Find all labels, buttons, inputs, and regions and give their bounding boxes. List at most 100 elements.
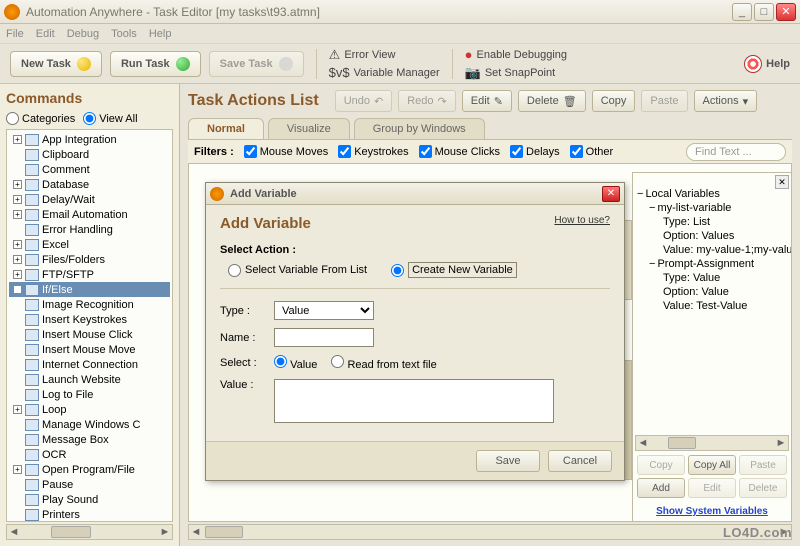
paste-button[interactable]: Paste (641, 90, 687, 112)
expand-icon[interactable]: + (13, 135, 22, 144)
menu-edit[interactable]: Edit (36, 28, 55, 40)
filter-delays[interactable]: Delays (510, 145, 560, 158)
scroll-left-icon[interactable]: ◄ (636, 436, 650, 450)
expand-icon[interactable]: + (13, 195, 22, 204)
expand-icon[interactable]: + (13, 180, 22, 189)
expand-icon[interactable]: + (13, 240, 22, 249)
var-delete-button[interactable]: Delete (739, 478, 787, 498)
expand-icon[interactable]: + (13, 255, 22, 264)
command-item[interactable]: +Pause (9, 477, 170, 492)
save-button[interactable]: Save (476, 450, 540, 472)
command-item[interactable]: +Loop (9, 402, 170, 417)
run-task-button[interactable]: Run Task (110, 51, 201, 77)
menu-debug[interactable]: Debug (67, 28, 99, 40)
edit-button[interactable]: Edit ✎ (462, 90, 512, 112)
collapse-icon[interactable]: − (649, 258, 655, 270)
var-edit-button[interactable]: Edit (688, 478, 736, 498)
radio-select-from-list[interactable]: Select Variable From List (228, 262, 367, 278)
enable-debugging-link[interactable]: ●Enable Debugging (465, 47, 567, 63)
var-copy-button[interactable]: Copy (637, 455, 685, 475)
expand-icon[interactable]: + (13, 405, 22, 414)
command-item[interactable]: +Delay/Wait (9, 192, 170, 207)
tab-visualize[interactable]: Visualize (268, 118, 350, 139)
how-to-use-link[interactable]: How to use? (554, 215, 610, 226)
filter-keystrokes[interactable]: Keystrokes (338, 145, 408, 158)
expand-icon[interactable]: + (13, 465, 22, 474)
menu-help[interactable]: Help (149, 28, 172, 40)
expand-icon[interactable]: + (13, 285, 22, 294)
command-item[interactable]: +Insert Keystrokes (9, 312, 170, 327)
command-item[interactable]: +Database (9, 177, 170, 192)
show-system-variables-link[interactable]: Show System Variables (633, 502, 791, 521)
command-item[interactable]: +Excel (9, 237, 170, 252)
command-item[interactable]: +Message Box (9, 432, 170, 447)
filter-mouse-moves[interactable]: Mouse Moves (244, 145, 328, 158)
radio-view-all[interactable]: View All (83, 112, 137, 125)
radio-read-file[interactable]: Read from text file (331, 355, 436, 371)
name-input[interactable] (274, 328, 374, 347)
error-view-link[interactable]: ⚠Error View (329, 47, 440, 63)
expand-icon[interactable]: + (13, 210, 22, 219)
command-item[interactable]: +Open Program/File (9, 462, 170, 477)
command-item[interactable]: +App Integration (9, 132, 170, 147)
dialog-titlebar[interactable]: Add Variable ✕ (206, 183, 624, 205)
dialog-close-button[interactable]: ✕ (602, 186, 620, 202)
command-item[interactable]: +Insert Mouse Click (9, 327, 170, 342)
radio-value[interactable]: Value (274, 355, 317, 371)
variable-manager-link[interactable]: $v$Variable Manager (329, 65, 440, 81)
command-item[interactable]: +Launch Website (9, 372, 170, 387)
undo-button[interactable]: Undo ↶ (335, 90, 393, 112)
command-item[interactable]: +Insert Mouse Move (9, 342, 170, 357)
scroll-thumb[interactable] (51, 526, 91, 538)
scroll-left-icon[interactable]: ◄ (7, 525, 21, 539)
new-task-button[interactable]: New Task (10, 51, 102, 77)
help-button[interactable]: Help (744, 55, 790, 73)
command-item[interactable]: +Email Automation (9, 207, 170, 222)
command-item[interactable]: +OCR (9, 447, 170, 462)
command-item[interactable]: +Files/Folders (9, 252, 170, 267)
scroll-right-icon[interactable]: ► (158, 525, 172, 539)
command-item[interactable]: +Error Handling (9, 222, 170, 237)
scroll-left-icon[interactable]: ◄ (189, 525, 203, 539)
radio-categories[interactable]: Categories (6, 112, 75, 125)
scroll-thumb[interactable] (205, 526, 243, 538)
command-item[interactable]: +Printers (9, 507, 170, 522)
command-item[interactable]: +Image Recognition (9, 297, 170, 312)
command-item[interactable]: +Internet Connection (9, 357, 170, 372)
set-snappoint-link[interactable]: 📷Set SnapPoint (465, 65, 567, 81)
command-item[interactable]: +Play Sound (9, 492, 170, 507)
find-text-input[interactable]: Find Text ... (686, 143, 786, 161)
copy-button[interactable]: Copy (592, 90, 636, 112)
command-item[interactable]: +FTP/SFTP (9, 267, 170, 282)
tab-normal[interactable]: Normal (188, 118, 264, 139)
maximize-button[interactable]: □ (754, 3, 774, 21)
command-item[interactable]: +If/Else (9, 282, 170, 297)
variable-tree[interactable]: −Local Variables −my-list-variable Type:… (633, 173, 791, 435)
minimize-button[interactable]: _ (732, 3, 752, 21)
delete-button[interactable]: Delete 🗑 (518, 90, 586, 112)
actions-button[interactable]: Actions ▾ (694, 90, 758, 112)
type-select[interactable]: Value (274, 301, 374, 320)
radio-create-new[interactable]: Create New Variable (391, 262, 517, 278)
var-paste-button[interactable]: Paste (739, 455, 787, 475)
filter-other[interactable]: Other (570, 145, 614, 158)
tab-group[interactable]: Group by Windows (354, 118, 485, 139)
scroll-right-icon[interactable]: ► (774, 436, 788, 450)
cancel-button[interactable]: Cancel (548, 450, 612, 472)
menu-tools[interactable]: Tools (111, 28, 137, 40)
commands-tree[interactable]: +App Integration+Clipboard+Comment+Datab… (6, 129, 173, 522)
command-item[interactable]: +Clipboard (9, 147, 170, 162)
commands-scrollbar[interactable]: ◄ ► (6, 524, 173, 540)
var-copyall-button[interactable]: Copy All (688, 455, 736, 475)
scroll-thumb[interactable] (668, 437, 696, 449)
redo-button[interactable]: Redo ↷ (398, 90, 456, 112)
content-scrollbar[interactable]: ◄ ► (188, 524, 792, 540)
menu-file[interactable]: File (6, 28, 24, 40)
close-button[interactable]: ✕ (776, 3, 796, 21)
collapse-icon[interactable]: − (649, 202, 655, 214)
command-item[interactable]: +Comment (9, 162, 170, 177)
varpanel-scrollbar[interactable]: ◄ ► (635, 435, 789, 451)
command-item[interactable]: +Manage Windows C (9, 417, 170, 432)
save-task-button[interactable]: Save Task (209, 51, 304, 77)
collapse-icon[interactable]: − (637, 188, 643, 200)
